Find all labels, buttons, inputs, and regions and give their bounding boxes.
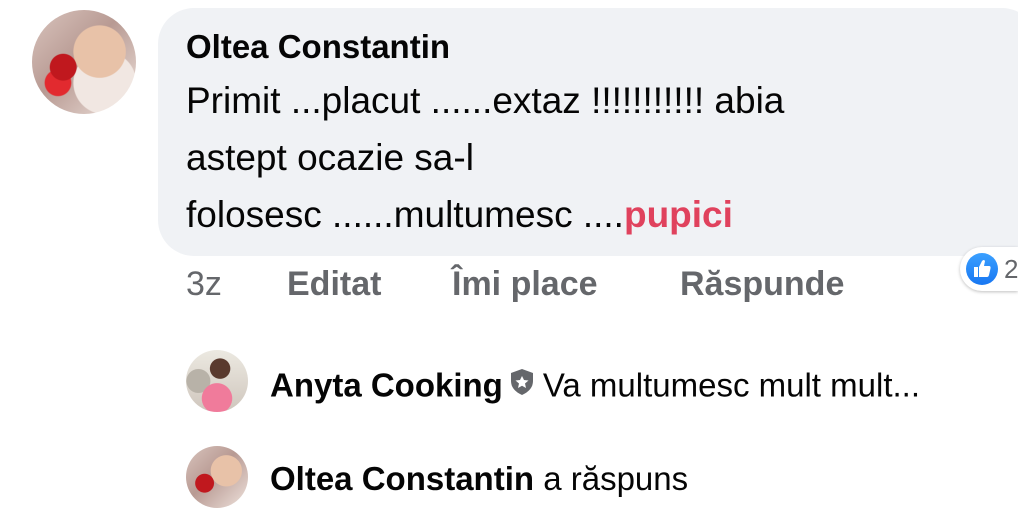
comment-tag: pupici — [623, 194, 733, 235]
comment-text-line: folosesc ......multumesc ....pupici — [186, 194, 733, 236]
avatar[interactable] — [186, 446, 248, 508]
reply-item[interactable]: Oltea Constantin a răspuns — [270, 460, 688, 498]
reaction-count: 2 — [1004, 254, 1018, 284]
reply-text: a răspuns — [543, 460, 689, 497]
avatar[interactable] — [32, 10, 136, 114]
reaction-badge[interactable]: 2 — [960, 247, 1018, 291]
reply-item[interactable]: Anyta Cooking Va multumesc mult mult... — [270, 366, 920, 410]
comment-timestamp[interactable]: 3z — [186, 265, 222, 304]
reply-button[interactable]: Răspunde — [680, 265, 844, 304]
like-icon — [966, 253, 998, 285]
comment-text-line: Primit ...placut ......extaz !!!!!!!!!!!… — [186, 80, 785, 121]
comment-author-name[interactable]: Oltea Constantin — [186, 28, 450, 66]
avatar[interactable] — [186, 350, 248, 412]
comment-text-line: astept ocazie sa-l — [186, 137, 474, 178]
like-button[interactable]: Îmi place — [452, 265, 598, 304]
comment-text: folosesc ......multumesc .... — [186, 194, 624, 235]
edited-label[interactable]: Editat — [287, 265, 381, 304]
comment-thread: Oltea Constantin Primit ...placut ......… — [0, 0, 1018, 524]
top-fan-shield-icon — [509, 366, 535, 404]
reply-author-name[interactable]: Anyta Cooking — [270, 367, 503, 404]
reply-text: Va multumesc mult mult... — [542, 366, 920, 404]
reply-author-name[interactable]: Oltea Constantin — [270, 460, 534, 497]
